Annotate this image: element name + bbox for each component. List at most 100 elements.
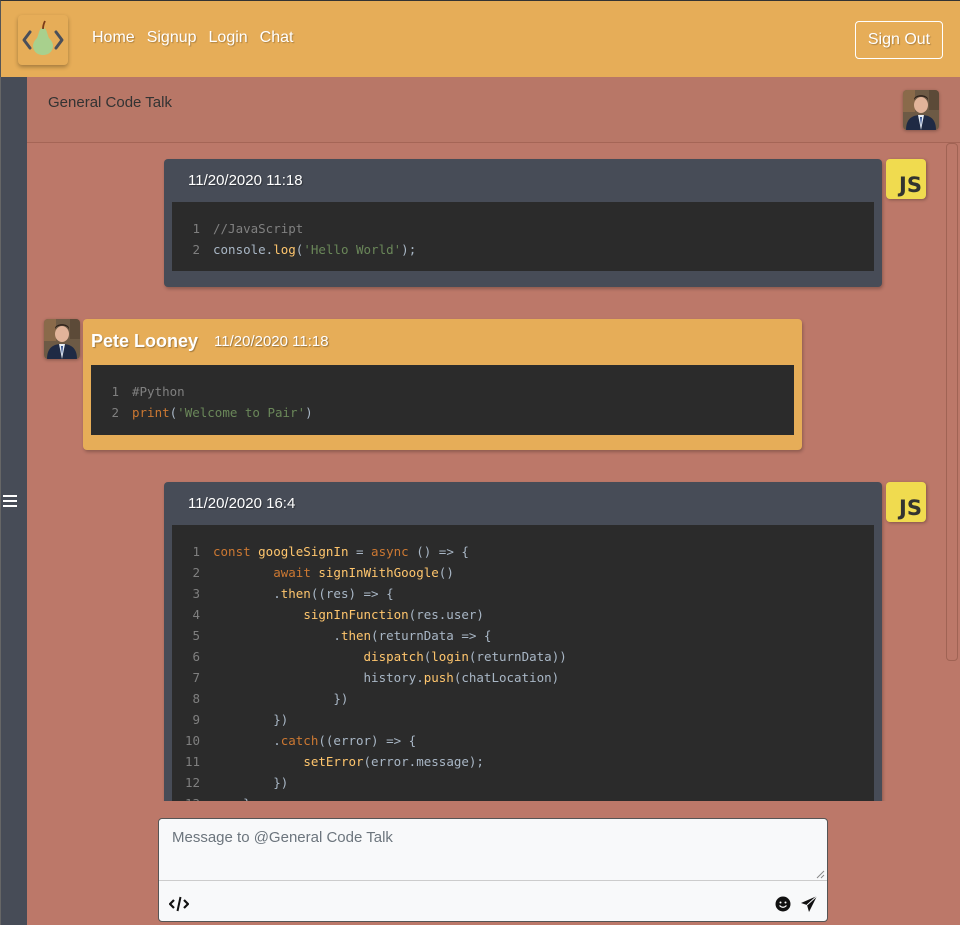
code-token: history. xyxy=(213,670,424,685)
message-header: 11/20/2020 16:4 xyxy=(164,482,882,524)
navbar: Home Signup Login Chat Sign Out xyxy=(0,0,960,77)
line-number: 3 xyxy=(192,586,200,601)
code-text: .then((res) => { xyxy=(213,583,394,604)
nav-link-login[interactable]: Login xyxy=(209,29,248,47)
code-token: console. xyxy=(213,242,274,257)
code-text: }) xyxy=(213,709,288,730)
code-text: }) xyxy=(213,772,288,793)
message-author[interactable]: Pete Looney xyxy=(91,331,198,352)
line-number: 8 xyxy=(192,691,200,706)
line-number: 1 xyxy=(111,384,119,399)
code-token: async xyxy=(371,544,409,559)
send-button[interactable] xyxy=(798,893,820,915)
logo[interactable] xyxy=(18,15,68,65)
code-line: 2 console.log('Hello World'); xyxy=(172,239,874,260)
line-number: 2 xyxy=(111,405,119,420)
code-token: googleSignIn xyxy=(258,544,349,559)
code-token: print xyxy=(132,405,170,420)
code-line: 4 signInFunction(res.user) xyxy=(172,604,874,625)
avatar-photo-icon xyxy=(903,90,939,130)
code-text: //JavaScript xyxy=(213,218,303,239)
code-text: } xyxy=(213,793,251,801)
channel-header: General Code Talk xyxy=(27,77,960,143)
code-line: 12 }) xyxy=(172,772,874,793)
code-block: 1 const googleSignIn = async () => {2 awa… xyxy=(172,525,874,801)
resize-grip-icon[interactable] xyxy=(815,869,825,879)
code-text: dispatch(login(returnData)) xyxy=(213,646,567,667)
code-text: .then(returnData => { xyxy=(213,625,491,646)
code-token: signInWithGoogle xyxy=(318,565,439,580)
code-token: (returnData)) xyxy=(468,649,567,664)
message-timestamp: 11/20/2020 16:4 xyxy=(188,494,296,512)
code-token: () => { xyxy=(408,544,469,559)
code-line: 1 const googleSignIn = async () => { xyxy=(172,541,874,562)
nav-links: Home Signup Login Chat xyxy=(92,29,305,47)
code-token: //JavaScript xyxy=(213,221,304,236)
code-line: 13 } xyxy=(172,793,874,801)
code-line: 8 }) xyxy=(172,688,874,709)
line-number: 2 xyxy=(192,565,200,580)
message-author-avatar[interactable] xyxy=(44,319,80,359)
code-token: ); xyxy=(401,242,417,257)
nav-link-signup[interactable]: Signup xyxy=(147,29,197,47)
code-token: then xyxy=(340,628,372,643)
nav-link-home[interactable]: Home xyxy=(92,29,135,47)
code-token: #Python xyxy=(132,384,185,399)
code-block: 1 #Python 2 print('Welcome to Pair') xyxy=(91,365,794,435)
message-card: 11/20/2020 11:18 1 //JavaScript 2 console.l… xyxy=(164,159,882,287)
line-number: 1 xyxy=(192,544,200,559)
code-line: 1 //JavaScript xyxy=(172,218,874,239)
code-text: setError(error.message); xyxy=(213,751,484,772)
pear-logo-icon xyxy=(22,20,64,55)
code-token: ((res) => { xyxy=(310,586,394,601)
message-input[interactable] xyxy=(159,819,827,881)
code-line: 5 .then(returnData => { xyxy=(172,625,874,646)
code-token: () xyxy=(438,565,454,580)
line-number: 11 xyxy=(184,754,200,769)
line-number: 1 xyxy=(192,221,200,236)
code-line: 11 setError(error.message); xyxy=(172,751,874,772)
javascript-badge-icon: JS xyxy=(886,482,926,522)
avatar-photo-icon xyxy=(44,319,80,359)
code-icon xyxy=(169,896,189,912)
code-text: .catch((error) => { xyxy=(213,730,416,751)
code-token: }) xyxy=(213,691,349,706)
code-token: . xyxy=(213,628,341,643)
code-text: await signInWithGoogle() xyxy=(213,562,454,583)
code-line: 2 await signInWithGoogle() xyxy=(172,562,874,583)
sign-out-button[interactable]: Sign Out xyxy=(855,21,943,59)
message-timestamp: 11/20/2020 11:18 xyxy=(214,332,329,350)
user-avatar[interactable] xyxy=(903,90,939,130)
message-header: Pete Looney 11/20/2020 11:18 xyxy=(83,319,802,363)
code-token: const xyxy=(213,544,259,559)
line-number: 12 xyxy=(184,775,200,790)
line-number: 5 xyxy=(192,628,200,643)
code-token: (res.user) xyxy=(408,607,484,622)
code-snippet-button[interactable] xyxy=(168,893,190,915)
code-token: then xyxy=(280,586,311,601)
line-number: 2 xyxy=(192,242,200,257)
code-token: push xyxy=(423,670,454,685)
code-line: 3 .then((res) => { xyxy=(172,583,874,604)
emoji-button[interactable] xyxy=(772,893,794,915)
code-token: 'Welcome to Pair' xyxy=(177,405,306,420)
chat-scrollbar[interactable] xyxy=(946,143,958,661)
line-number: 10 xyxy=(184,733,200,748)
message-card: 11/20/2020 16:4 1 const googleSignIn = as… xyxy=(164,482,882,812)
line-number: 7 xyxy=(192,670,200,685)
code-line: 7 history.push(chatLocation) xyxy=(172,667,874,688)
code-token: = xyxy=(348,544,372,559)
nav-link-chat[interactable]: Chat xyxy=(260,29,294,47)
code-text: console.log('Hello World'); xyxy=(213,239,416,260)
code-token: }) xyxy=(213,775,289,790)
code-text: const googleSignIn = async () => { xyxy=(213,541,469,562)
code-text: }) xyxy=(213,688,348,709)
line-number: 13 xyxy=(172,793,200,801)
line-number: 6 xyxy=(192,649,200,664)
hamburger-menu-icon[interactable] xyxy=(3,495,17,507)
code-text: #Python xyxy=(132,381,185,402)
